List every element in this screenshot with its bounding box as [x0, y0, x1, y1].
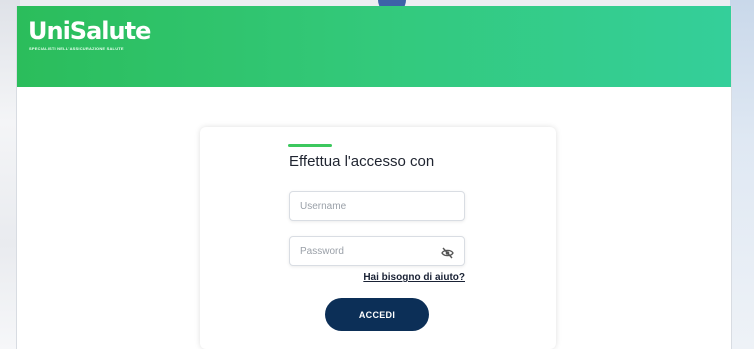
login-title: Effettua l'accesso con	[289, 153, 435, 170]
background-right	[730, 0, 754, 349]
eye-slash-icon-graphic	[441, 247, 454, 259]
site-header: UniSalute SPECIALISTI NELL'ASSICURAZIONE…	[17, 6, 731, 87]
unisalute-logo[interactable]: UniSalute	[28, 19, 151, 43]
username-field	[289, 191, 465, 221]
login-button[interactable]: ACCEDI	[325, 298, 429, 331]
username-input[interactable]	[290, 192, 464, 220]
login-page: UniSalute SPECIALISTI NELL'ASSICURAZIONE…	[16, 6, 732, 349]
login-card: Effettua l'accesso con Hai bisogno di ai…	[200, 127, 556, 349]
title-accent-bar	[288, 144, 332, 147]
password-field	[289, 236, 465, 266]
help-link[interactable]: Hai bisogno di aiuto?	[363, 272, 465, 283]
logo-tagline: SPECIALISTI NELL'ASSICURAZIONE SALUTE	[29, 46, 124, 51]
eye-slash-icon[interactable]	[441, 246, 454, 259]
password-input[interactable]	[290, 237, 464, 265]
